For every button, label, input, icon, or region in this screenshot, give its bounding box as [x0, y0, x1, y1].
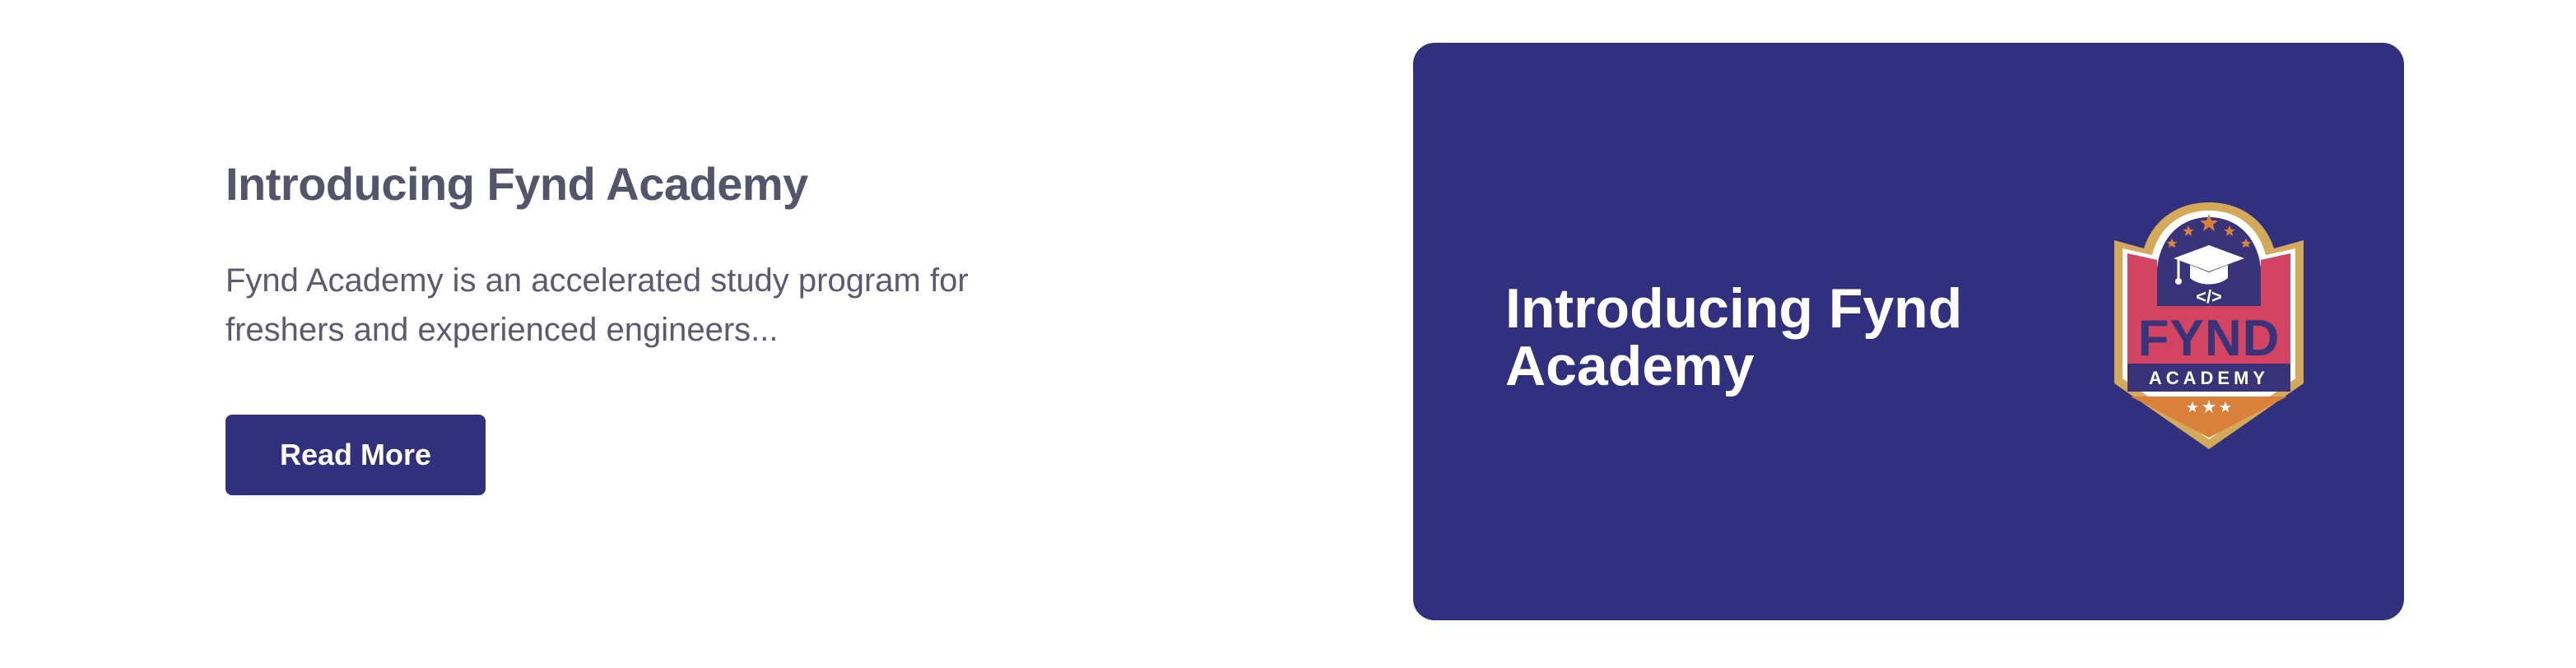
article-summary: Introducing Fynd Academy Fynd Academy is…	[226, 156, 1131, 495]
article-description: Fynd Academy is an accelerated study pro…	[226, 262, 969, 349]
badge-wordmark: FYND	[2138, 310, 2281, 367]
card-title: Introducing Fynd Academy	[1505, 277, 1963, 397]
page: Introducing Fynd Academy Fynd Academy is…	[0, 0, 2576, 668]
fynd-academy-badge-logo: </> FYND ACADEMY	[2114, 202, 2304, 449]
badge-subtitle: ACADEMY	[2149, 368, 2269, 388]
read-more-button[interactable]: Read More	[226, 415, 486, 495]
feature-card: Introducing Fynd Academy </> FYND ACADEM…	[1413, 43, 2404, 620]
code-icon: </>	[2196, 286, 2222, 307]
article-title: Introducing Fynd Academy	[226, 158, 808, 210]
